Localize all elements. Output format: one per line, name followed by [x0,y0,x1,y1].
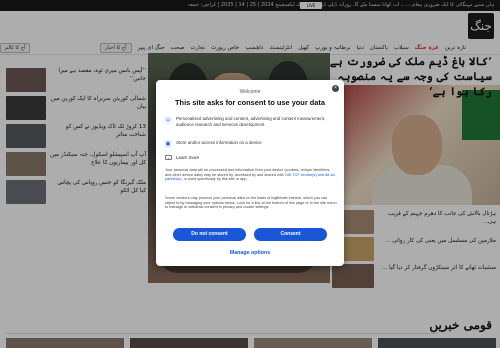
purpose-store-info: ▣ Store and/or access information on a d… [164,140,332,148]
manage-options-link[interactable]: Manage options [156,250,344,256]
learn-more-toggle[interactable]: Learn more [176,155,199,160]
device-icon: ▣ [164,140,172,148]
body-text-part: , or used specifically by this site or a… [181,177,248,182]
purpose-text: Personalised advertising and content, ad… [176,116,326,127]
dialog-heading: This site asks for consent to use your d… [175,98,325,107]
consent-body-2: Some vendors may process your personal d… [165,196,337,210]
people-icon: ☺ [164,116,172,124]
consent-body-1: Your personal data will be processed and… [165,168,337,182]
purpose-text: Store and/or access information on a dev… [176,140,262,145]
do-not-consent-button[interactable]: Do not consent [173,228,246,241]
consent-button[interactable]: Consent [254,228,327,241]
chevron-down-icon[interactable]: ⌄ [165,155,172,160]
purpose-personalised-ads: ☺ Personalised advertising and content, … [164,116,332,127]
dialog-welcome: Welcome [239,89,261,95]
consent-dialog: Welcome × This site asks for consent to … [156,80,344,266]
close-icon[interactable]: × [332,85,339,92]
